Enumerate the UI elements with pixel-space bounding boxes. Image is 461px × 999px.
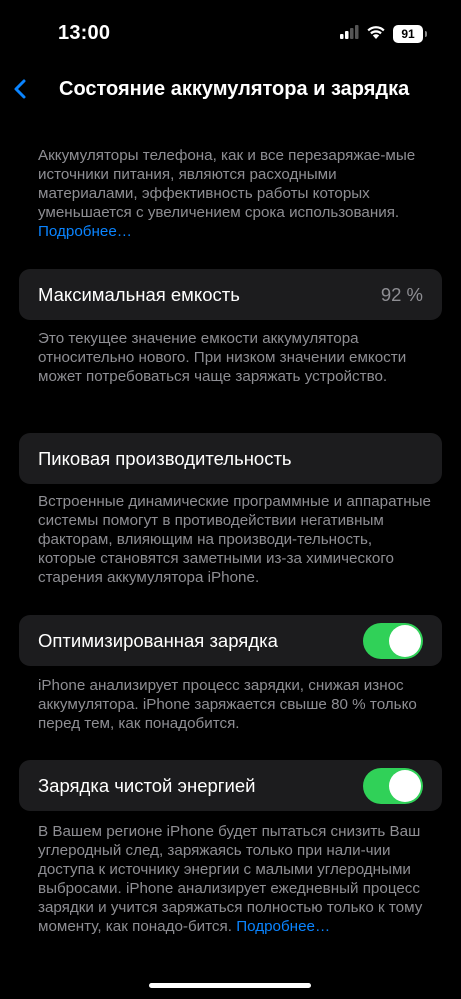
home-indicator[interactable]	[149, 983, 311, 988]
max-capacity-description: Это текущее значение емкости аккумулятор…	[38, 330, 407, 385]
intro-description: Аккумуляторы телефона, как и все перезар…	[38, 147, 416, 221]
max-capacity-label: Максимальная емкость	[38, 284, 240, 305]
clean-energy-text: В Вашем регионе iPhone будет пытаться сн…	[38, 822, 433, 936]
optimized-charging-toggle[interactable]	[363, 623, 423, 659]
optimized-charging-description: iPhone анализирует процесс зарядки, сниж…	[38, 677, 417, 732]
wifi-icon	[366, 24, 386, 44]
intro-text: Аккумуляторы телефона, как и все перезар…	[38, 146, 433, 241]
clean-energy-cell: Зарядка чистой энергией	[19, 760, 442, 811]
peak-performance-label: Пиковая производительность	[38, 448, 292, 469]
chevron-left-icon	[14, 79, 26, 99]
cellular-signal-icon	[340, 24, 359, 44]
battery-level: 91	[401, 27, 415, 41]
status-time: 13:00	[58, 22, 111, 44]
max-capacity-cell: Максимальная емкость 92 %	[19, 269, 442, 320]
peak-performance-cell: Пиковая производительность	[19, 433, 442, 484]
peak-performance-description: Встроенные динамические программные и ап…	[38, 493, 431, 586]
learn-more-link[interactable]: Подробнее…	[236, 918, 330, 935]
learn-more-link[interactable]: Подробнее…	[38, 223, 132, 240]
clean-energy-label: Зарядка чистой энергией	[38, 775, 256, 796]
status-icons: 91	[340, 24, 427, 44]
battery-icon: 91	[393, 25, 427, 43]
back-button[interactable]	[8, 74, 38, 104]
navigation-bar: Состояние аккумулятора и зарядка	[0, 68, 461, 112]
toggle-knob	[389, 770, 421, 802]
page-title: Состояние аккумулятора и зарядка	[59, 78, 410, 100]
max-capacity-value: 92 %	[380, 284, 423, 305]
clean-energy-description: В Вашем регионе iPhone будет пытаться сн…	[38, 823, 423, 935]
optimized-charging-label: Оптимизированная зарядка	[38, 630, 278, 651]
clean-energy-toggle[interactable]	[363, 768, 423, 804]
optimized-charging-cell: Оптимизированная зарядка	[19, 615, 442, 666]
status-bar: 13:00 91	[0, 0, 461, 62]
toggle-knob	[389, 625, 421, 657]
